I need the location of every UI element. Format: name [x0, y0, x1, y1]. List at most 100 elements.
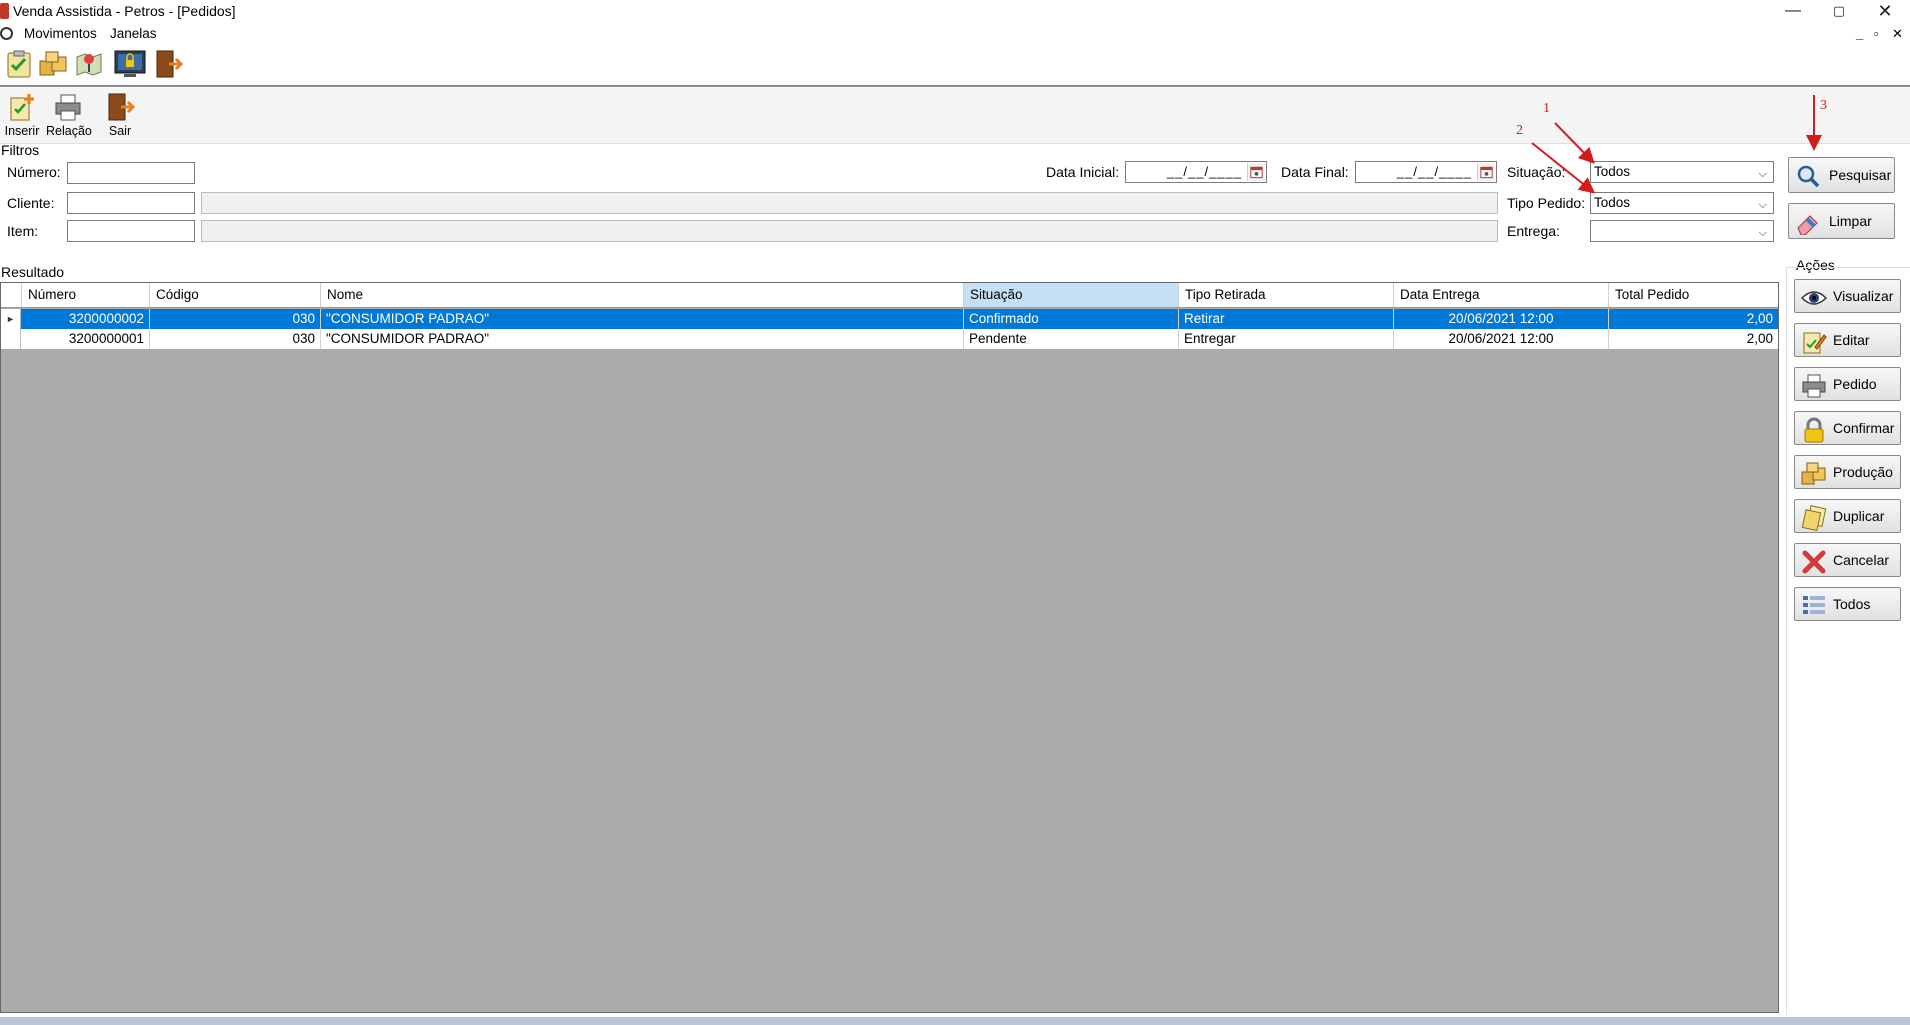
- printer-icon: [1802, 374, 1826, 398]
- visualizar-label: Visualizar: [1833, 288, 1894, 304]
- title-bar: Venda Assistida - Petros - [Pedidos] — ▢…: [0, 0, 1910, 24]
- confirmar-label: Confirmar: [1833, 420, 1895, 436]
- cell-total: 2,00: [1746, 331, 1773, 346]
- table-row[interactable]: 3200000001 030 "CONSUMIDOR PADRAO" Pende…: [1, 329, 1778, 349]
- cell-situacao: Confirmado: [964, 309, 1179, 329]
- duplicar-button[interactable]: Duplicar: [1794, 499, 1901, 533]
- relacao-button[interactable]: Relação: [46, 90, 92, 142]
- relacao-label: Relação: [46, 124, 92, 138]
- column-header-situacao[interactable]: Situação: [964, 283, 1179, 307]
- todos-label: Todos: [1833, 596, 1871, 612]
- annotation-marker-2: 2: [1516, 123, 1523, 138]
- window-minimize-button[interactable]: —: [1770, 0, 1816, 24]
- cancel-x-icon: [1802, 550, 1826, 574]
- inserir-button[interactable]: Inserir: [0, 90, 44, 142]
- cell-numero: 3200000002: [22, 309, 150, 329]
- system-menu-icon[interactable]: [0, 27, 13, 40]
- item-code-input[interactable]: [67, 220, 195, 242]
- annotation-arrows: [1531, 95, 1822, 194]
- resultado-group-label: Resultado: [1, 264, 65, 280]
- map-icon[interactable]: [74, 49, 104, 79]
- data-final-input[interactable]: __/__/____: [1355, 161, 1497, 183]
- confirmar-button[interactable]: Confirmar: [1794, 411, 1901, 445]
- menu-movimentos[interactable]: Movimentos: [24, 26, 97, 41]
- sair-button[interactable]: Sair: [98, 90, 142, 142]
- checklist-icon[interactable]: [4, 49, 34, 79]
- cancelar-label: Cancelar: [1833, 552, 1890, 568]
- cell-data-entrega: 20/06/2021 12:00: [1394, 309, 1609, 329]
- duplicate-icon: [1801, 505, 1827, 531]
- boxes-icon: [1801, 462, 1826, 485]
- cliente-code-input[interactable]: [67, 192, 195, 214]
- cancelar-button[interactable]: Cancelar: [1794, 543, 1901, 577]
- producao-button[interactable]: Produção: [1794, 455, 1901, 489]
- edit-icon: [1803, 332, 1827, 354]
- limpar-button[interactable]: Limpar: [1788, 203, 1895, 239]
- cell-nome: "CONSUMIDOR PADRAO": [321, 329, 964, 349]
- eye-icon: [1801, 291, 1827, 305]
- editar-button[interactable]: Editar: [1794, 323, 1901, 357]
- visualizar-button[interactable]: Visualizar: [1794, 279, 1901, 313]
- mdi-close-button[interactable]: ✕: [1892, 26, 1903, 42]
- column-header-tipo-retirada[interactable]: Tipo Retirada: [1179, 283, 1394, 307]
- app-icon: [0, 3, 9, 19]
- pedido-button[interactable]: Pedido: [1794, 367, 1901, 401]
- window-close-button[interactable]: ✕: [1862, 0, 1908, 24]
- cell-situacao: Pendente: [964, 329, 1179, 349]
- item-name-field: [201, 220, 1498, 242]
- monitor-lock-icon[interactable]: [114, 49, 146, 79]
- mdi-restore-button[interactable]: ▫: [1874, 26, 1879, 41]
- grid-header: Número Código Nome Situação Tipo Retirad…: [1, 283, 1778, 308]
- numero-input[interactable]: [67, 162, 195, 184]
- boxes-icon[interactable]: [38, 49, 68, 79]
- exit-door-icon: [108, 93, 135, 121]
- cell-numero: 3200000001: [22, 329, 150, 349]
- data-inicial-label: Data Inicial:: [1046, 164, 1120, 180]
- item-label: Item:: [7, 223, 39, 239]
- cell-codigo: 030: [150, 329, 321, 349]
- menu-janelas[interactable]: Janelas: [110, 26, 157, 41]
- data-final-label: Data Final:: [1281, 164, 1349, 180]
- inserir-label: Inserir: [4, 124, 40, 138]
- window-title: Venda Assistida - Petros - [Pedidos]: [13, 3, 236, 19]
- calendar-icon[interactable]: [1247, 163, 1265, 181]
- window-maximize-button[interactable]: ▢: [1816, 0, 1862, 24]
- table-row[interactable]: ► 3200000002 030 "CONSUMIDOR PADRAO" Con…: [1, 309, 1778, 329]
- cell-data-entrega: 20/06/2021 12:00: [1394, 329, 1609, 349]
- exit-door-icon[interactable]: [153, 49, 183, 79]
- duplicar-label: Duplicar: [1833, 508, 1885, 524]
- data-inicial-input[interactable]: __/__/____: [1125, 161, 1267, 183]
- filtros-group-label: Filtros: [1, 142, 40, 158]
- column-header-numero[interactable]: Número: [22, 283, 150, 307]
- annotation-arrow-2: [1531, 142, 1596, 194]
- cell-tipo-retirada: Entregar: [1179, 329, 1394, 349]
- column-header-codigo[interactable]: Código: [150, 283, 321, 307]
- status-bar: [0, 1017, 1910, 1025]
- todos-button[interactable]: Todos: [1794, 587, 1901, 621]
- sair-label: Sair: [108, 124, 132, 138]
- producao-label: Produção: [1833, 464, 1893, 480]
- grid-indicator-header: [1, 283, 22, 307]
- limpar-label: Limpar: [1829, 213, 1872, 229]
- cell-total: 2,00: [1746, 311, 1773, 326]
- eraser-icon: [1797, 215, 1818, 235]
- column-header-data-entrega[interactable]: Data Entrega: [1394, 283, 1609, 307]
- insert-icon: [10, 94, 34, 121]
- column-header-total-pedido[interactable]: Total Pedido: [1609, 283, 1778, 307]
- pedido-label: Pedido: [1833, 376, 1877, 392]
- chevron-down-icon: ⌵: [1758, 227, 1767, 239]
- row-indicator: [1, 329, 21, 349]
- annotation-marker-3: 3: [1820, 98, 1827, 113]
- cell-codigo: 030: [150, 309, 321, 329]
- list-icon: [1803, 596, 1825, 614]
- numero-label: Número:: [7, 164, 61, 180]
- mdi-minimize-button[interactable]: _: [1856, 26, 1863, 41]
- column-header-nome[interactable]: Nome: [321, 283, 964, 307]
- row-pointer-icon: ►: [1, 309, 21, 329]
- main-toolbar: [0, 45, 1910, 87]
- calendar-icon[interactable]: [1477, 163, 1495, 181]
- printer-icon: [55, 94, 81, 121]
- entrega-select[interactable]: ⌵: [1590, 220, 1774, 242]
- results-grid[interactable]: Número Código Nome Situação Tipo Retirad…: [0, 282, 1779, 1013]
- lock-icon: [1804, 417, 1824, 443]
